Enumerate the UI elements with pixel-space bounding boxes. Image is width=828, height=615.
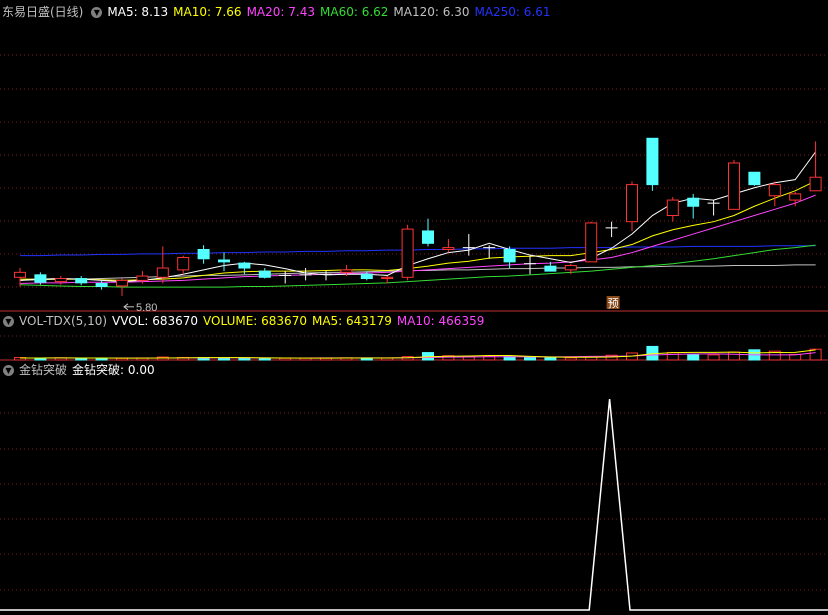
candle-body xyxy=(564,265,577,271)
volume-header: ▼ VOL-TDX(5,10) VVOL: 683670 VOLUME: 683670… xyxy=(0,313,494,329)
volume-bar xyxy=(544,357,557,361)
candle-body xyxy=(197,248,210,260)
vol-legend-item-0: VVOL: 683670 xyxy=(112,314,199,328)
candle-body xyxy=(340,269,353,273)
stock-title[interactable]: 东易日盛(日线) xyxy=(2,5,83,19)
main-chart-header: 东易日盛(日线) ▼ MA5: 8.13 MA10: 7.66 MA20: 7.43 MA… xyxy=(2,4,561,20)
volume-bar xyxy=(258,357,271,361)
candle-body xyxy=(809,176,822,192)
candle-body xyxy=(14,271,26,278)
vol-legend-item-3: MA10: 466359 xyxy=(396,314,485,328)
ma-line-ma5 xyxy=(19,151,817,283)
ma-line-ma20 xyxy=(19,194,816,284)
candle-body xyxy=(442,247,455,250)
indicator-title[interactable]: 金钻突破 xyxy=(19,363,67,377)
candle-body xyxy=(626,184,638,223)
candle-body xyxy=(177,257,190,271)
candle-body xyxy=(34,274,47,283)
candle-body xyxy=(728,162,740,210)
candle-body xyxy=(422,230,434,244)
candle-body xyxy=(666,199,679,217)
candle-body xyxy=(136,275,149,281)
candle-body xyxy=(116,279,128,287)
candle-body xyxy=(238,262,251,269)
settings-dropdown-icon[interactable]: ▼ xyxy=(91,7,103,18)
candle-body xyxy=(401,228,414,278)
indicator-line xyxy=(0,399,828,611)
candle-body xyxy=(789,193,802,201)
candle-body xyxy=(258,270,271,278)
candle-body xyxy=(381,276,394,280)
forecast-tag: 预 xyxy=(608,297,619,310)
vol-legend-item-2: MA5: 643179 xyxy=(311,314,392,328)
stock-chart[interactable]: 5.80 预 xyxy=(0,0,828,615)
volume-indicator-title[interactable]: VOL-TDX(5,10) xyxy=(19,314,107,328)
volume-bar xyxy=(238,357,251,361)
candle-body xyxy=(646,137,659,186)
volume-bar xyxy=(524,356,536,361)
ma-legend-item-3: MA60: 6.62 xyxy=(320,5,389,19)
volume-bar xyxy=(95,357,108,361)
volume-bar xyxy=(666,352,679,361)
indicator-header: ▼ 金钻突破 金钻突破: 0.00 xyxy=(0,362,165,378)
settings-dropdown-icon[interactable]: ▼ xyxy=(3,316,14,327)
ma-legend-item-0: MA5: 8.13 xyxy=(107,5,169,19)
settings-dropdown-icon[interactable]: ▼ xyxy=(3,365,14,376)
ma-legend-item-5: MA250: 6.61 xyxy=(474,5,551,19)
ma-legend-item-2: MA20: 7.43 xyxy=(246,5,315,19)
candle-body xyxy=(585,222,598,263)
candle-body xyxy=(156,267,169,278)
volume-bar xyxy=(707,354,720,361)
candle-body xyxy=(360,273,373,280)
candle-body xyxy=(54,278,67,283)
ma-legend-item-1: MA10: 7.66 xyxy=(173,5,242,19)
candle-body xyxy=(544,265,557,272)
candle-body xyxy=(768,184,781,197)
vol-legend-item-1: VOLUME: 683670 xyxy=(203,314,307,328)
candle-body xyxy=(503,248,516,263)
candle-body xyxy=(748,171,761,186)
ma-line-ma10 xyxy=(20,180,816,281)
candle-body xyxy=(75,278,88,284)
volume-bar xyxy=(687,354,700,361)
candle-body xyxy=(687,197,700,207)
volume-bar xyxy=(564,357,577,361)
candle-body xyxy=(218,259,230,263)
ma-legend-item-4: MA120: 6.30 xyxy=(393,5,470,19)
indicator-legend-item-0: 金钻突破: 0.00 xyxy=(72,363,155,377)
volume-bar xyxy=(728,351,740,361)
candle-body xyxy=(95,282,108,288)
volume-bar xyxy=(75,357,88,361)
